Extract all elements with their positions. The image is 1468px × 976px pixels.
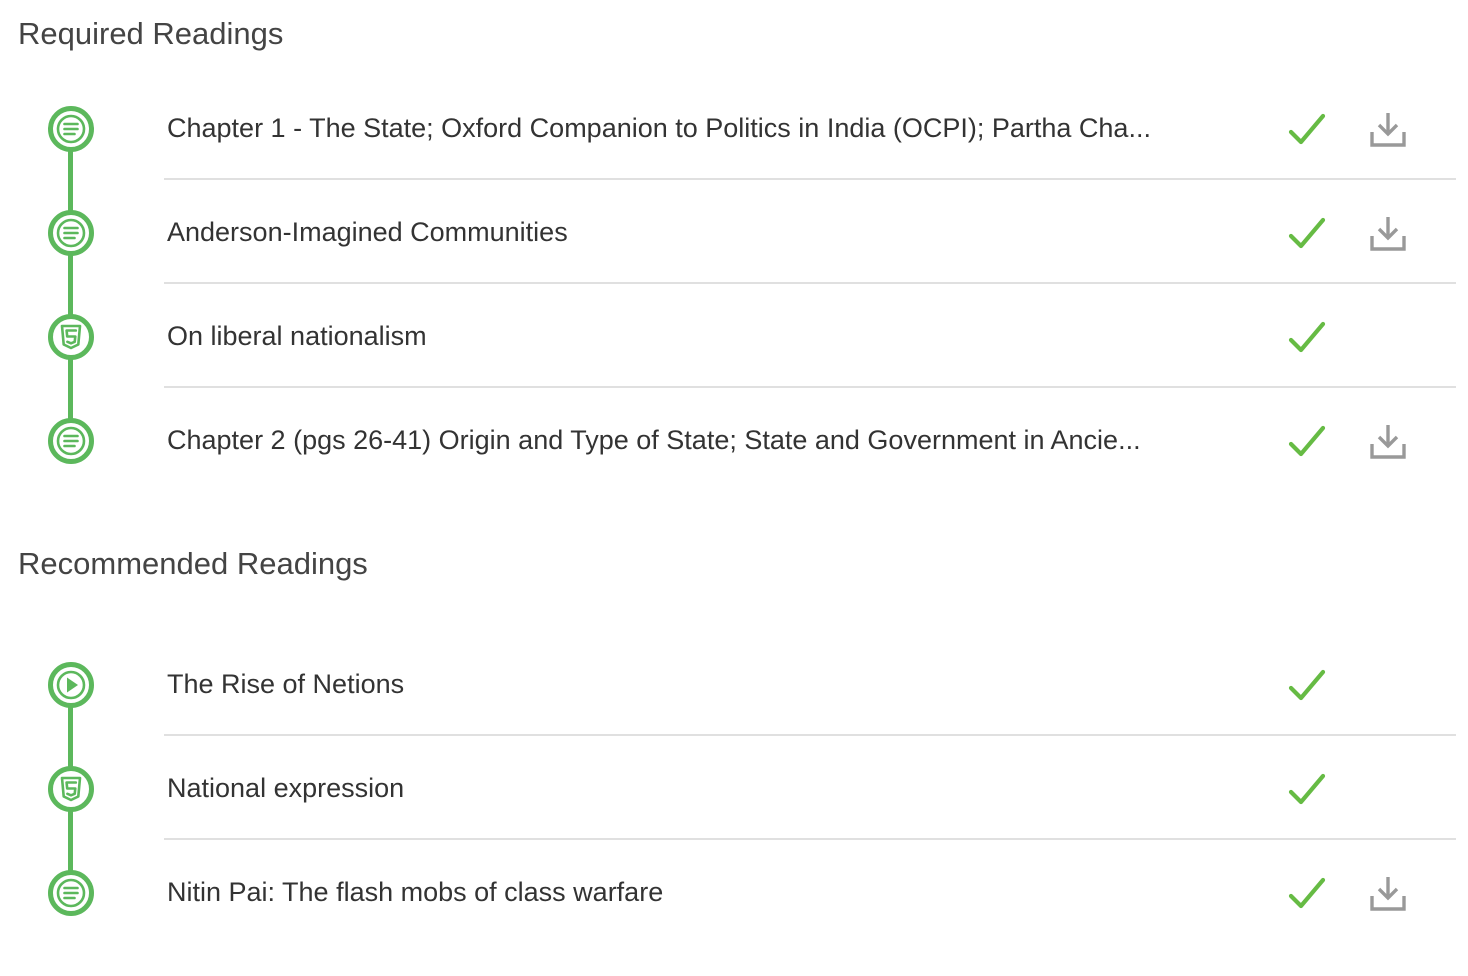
reading-item[interactable]: National expression xyxy=(0,736,1468,840)
completed-check-icon xyxy=(1288,318,1326,356)
reading-title-link[interactable]: The Rise of Netions xyxy=(167,666,1187,702)
reading-item[interactable]: Anderson-Imagined Communities xyxy=(0,180,1468,284)
completed-check-icon xyxy=(1288,214,1326,252)
reading-item[interactable]: On liberal nationalism xyxy=(0,284,1468,388)
reading-item[interactable]: Chapter 2 (pgs 26-41) Origin and Type of… xyxy=(0,388,1468,492)
video-play-icon xyxy=(47,661,95,709)
reading-title-link[interactable]: National expression xyxy=(167,770,1187,806)
reading-title-link[interactable]: Chapter 2 (pgs 26-41) Origin and Type of… xyxy=(167,422,1187,458)
reading-title-link[interactable]: Chapter 1 - The State; Oxford Companion … xyxy=(167,110,1187,146)
completed-check-icon xyxy=(1288,666,1326,704)
reading-title-link[interactable]: On liberal nationalism xyxy=(167,318,1187,354)
reading-item[interactable]: Chapter 1 - The State; Oxford Companion … xyxy=(0,76,1468,180)
document-icon xyxy=(47,209,95,257)
completed-check-icon xyxy=(1288,770,1326,808)
reading-title-link[interactable]: Nitin Pai: The flash mobs of class warfa… xyxy=(167,874,1187,910)
document-icon xyxy=(47,105,95,153)
download-icon[interactable] xyxy=(1368,874,1408,914)
recommended-readings-heading: Recommended Readings xyxy=(18,546,368,581)
document-icon xyxy=(47,869,95,917)
completed-check-icon xyxy=(1288,874,1326,912)
completed-check-icon xyxy=(1288,422,1326,460)
completed-check-icon xyxy=(1288,110,1326,148)
reading-title-link[interactable]: Anderson-Imagined Communities xyxy=(167,214,1187,250)
required-readings-list: Chapter 1 - The State; Oxford Companion … xyxy=(0,76,1468,492)
download-icon[interactable] xyxy=(1368,422,1408,462)
reading-item[interactable]: The Rise of Netions xyxy=(0,632,1468,736)
download-icon[interactable] xyxy=(1368,214,1408,254)
download-icon[interactable] xyxy=(1368,110,1408,150)
document-icon xyxy=(47,417,95,465)
reading-item[interactable]: Nitin Pai: The flash mobs of class warfa… xyxy=(0,840,1468,944)
html5-icon xyxy=(47,313,95,361)
required-readings-heading: Required Readings xyxy=(18,16,284,51)
recommended-readings-list: The Rise of Netions National expression Ni… xyxy=(0,632,1468,944)
html5-icon xyxy=(47,765,95,813)
